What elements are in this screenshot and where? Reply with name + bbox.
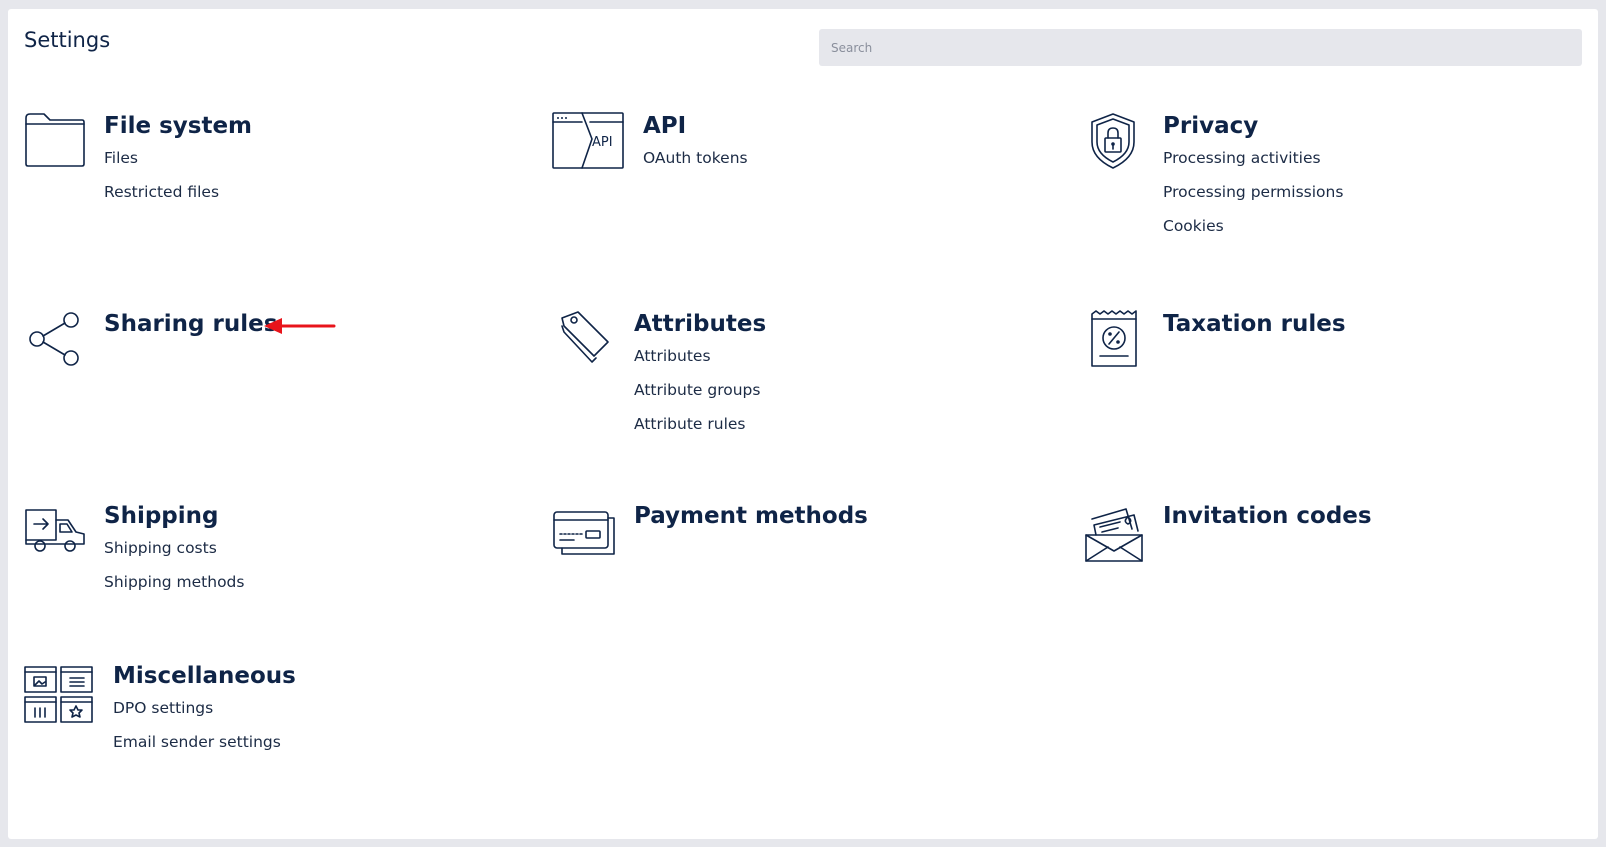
link-oauth-tokens[interactable]: OAuth tokens [643,148,748,182]
folder-icon [24,112,86,168]
link-restricted-files[interactable]: Restricted files [104,182,219,216]
taxation-rules-title[interactable]: Taxation rules [1163,310,1346,338]
privacy-title[interactable]: Privacy [1163,112,1258,140]
shipping-links: Shipping costs Shipping methods [104,538,244,606]
share-icon [26,310,82,368]
file-system-links: Files Restricted files [104,148,219,216]
red-arrow-left-icon [262,316,336,341]
shipping-title[interactable]: Shipping [104,502,218,530]
api-window-icon: API [552,112,624,170]
payment-methods-title[interactable]: Payment methods [634,502,868,530]
envelope-cards-icon [1084,505,1144,563]
page-title: Settings [24,28,111,52]
link-attribute-groups[interactable]: Attribute groups [634,380,760,414]
link-attribute-rules[interactable]: Attribute rules [634,414,760,448]
miscellaneous-links: DPO settings Email sender settings [113,698,281,766]
link-shipping-methods[interactable]: Shipping methods [104,572,244,606]
miscellaneous-title[interactable]: Miscellaneous [113,662,296,690]
tags-icon [560,310,612,366]
link-processing-permissions[interactable]: Processing permissions [1163,182,1343,216]
invitation-codes-title[interactable]: Invitation codes [1163,502,1372,530]
api-links: OAuth tokens [643,148,748,182]
link-dpo-settings[interactable]: DPO settings [113,698,281,732]
link-shipping-costs[interactable]: Shipping costs [104,538,244,572]
delivery-truck-icon [24,506,86,556]
search-input[interactable] [819,29,1582,66]
credit-card-icon [552,510,616,558]
link-processing-activities[interactable]: Processing activities [1163,148,1343,182]
api-title[interactable]: API [643,112,686,140]
link-attributes[interactable]: Attributes [634,346,760,380]
widgets-grid-icon [24,666,94,724]
privacy-links: Processing activities Processing permiss… [1163,148,1343,250]
receipt-percent-icon [1090,310,1138,368]
link-files[interactable]: Files [104,148,219,182]
attributes-title[interactable]: Attributes [634,310,766,338]
shield-lock-icon [1090,112,1136,170]
sharing-rules-title[interactable]: Sharing rules [104,310,277,338]
file-system-title[interactable]: File system [104,112,252,140]
api-icon-label: API [592,135,613,150]
attributes-links: Attributes Attribute groups Attribute ru… [634,346,760,448]
link-email-sender-settings[interactable]: Email sender settings [113,732,281,766]
link-cookies[interactable]: Cookies [1163,216,1343,250]
